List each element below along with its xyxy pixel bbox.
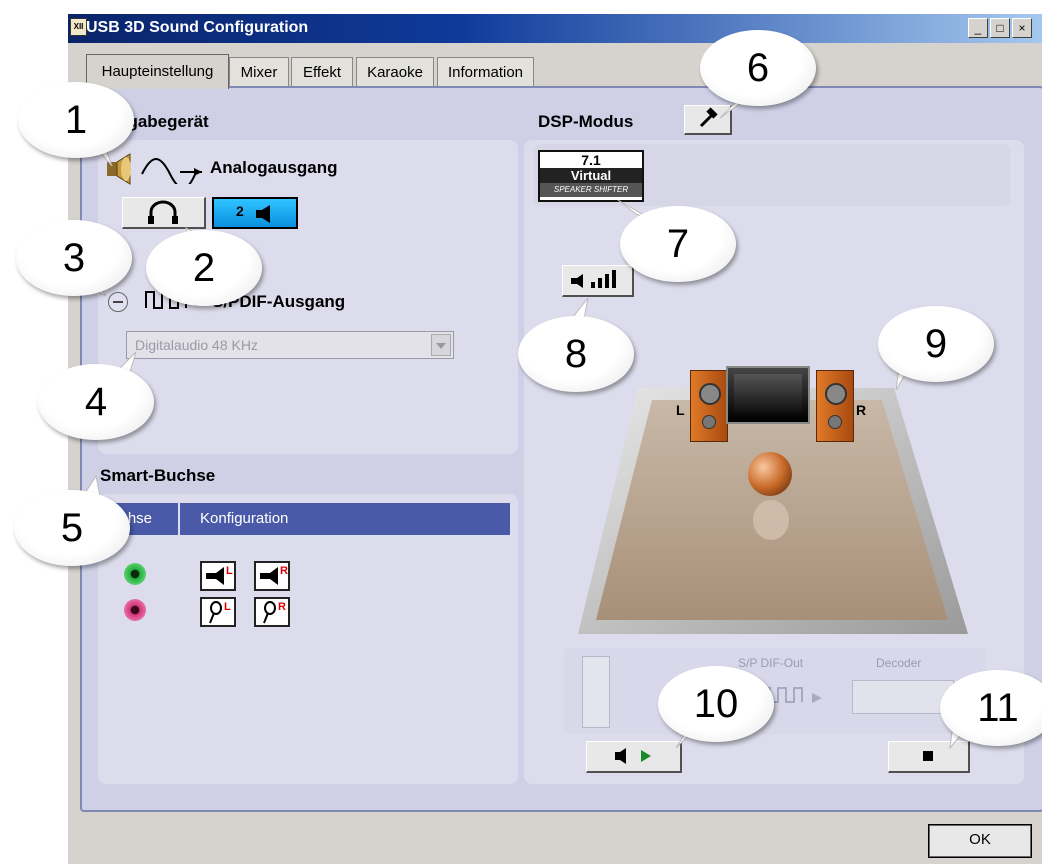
- callout-pointers: [70, 91, 970, 750]
- callout-2: 2: [146, 230, 262, 306]
- callout-4: 4: [38, 364, 154, 440]
- callout-10: 10: [658, 666, 774, 742]
- callout-5: 5: [14, 490, 130, 566]
- callout-7: 7: [620, 206, 736, 282]
- callout-8: 8: [518, 316, 634, 392]
- callout-1: 1: [18, 82, 134, 158]
- callout-6: 6: [700, 30, 816, 106]
- callout-3: 3: [16, 220, 132, 296]
- callout-9: 9: [878, 306, 994, 382]
